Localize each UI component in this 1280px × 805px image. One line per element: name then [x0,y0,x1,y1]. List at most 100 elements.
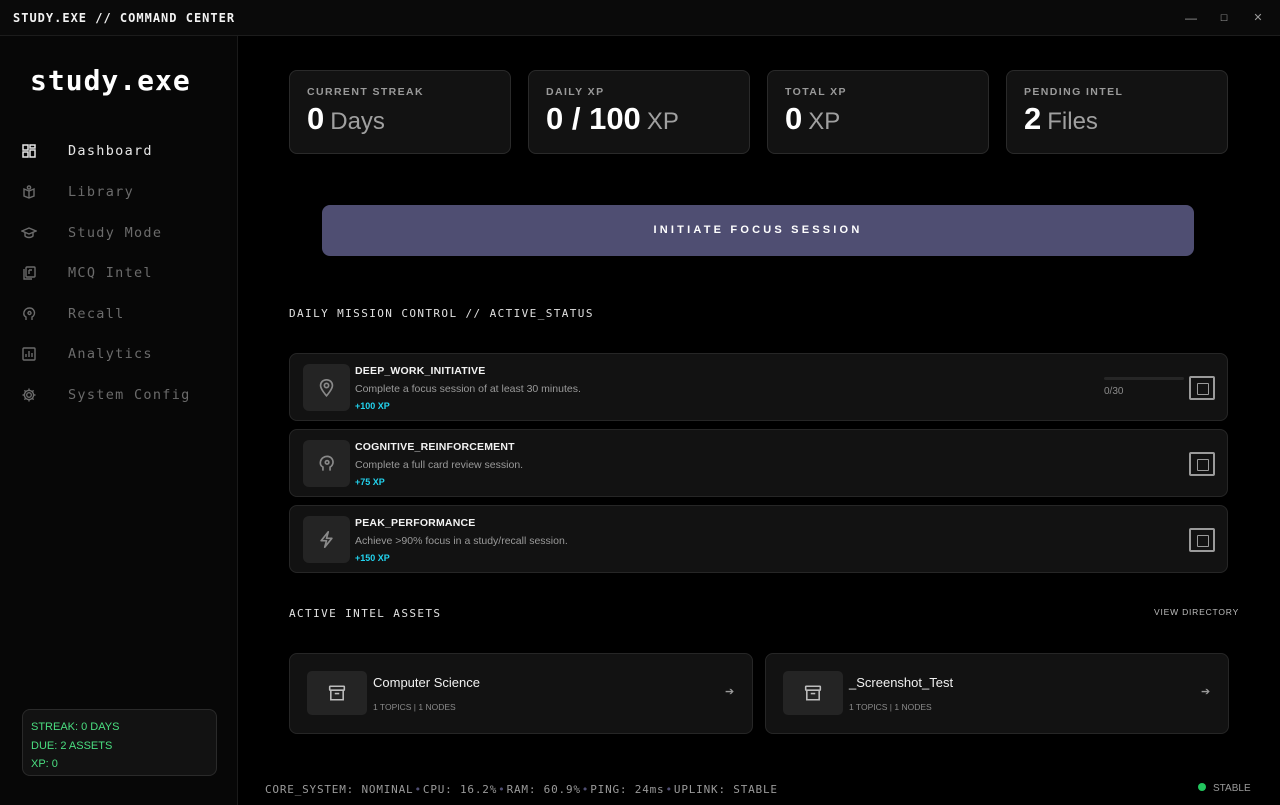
mission-xp: +150 XP [355,553,390,563]
sidebar-item-library[interactable]: Library [0,176,236,210]
stat-unit: Days [330,108,385,135]
sidebar-item-analytics[interactable]: Analytics [0,338,236,372]
stat-value: 0 / 100 XP [546,101,679,137]
sidebar-item-system-config[interactable]: System Config [0,379,236,413]
due-status: DUE: 2 ASSETS [31,739,113,752]
copy-icon [21,265,37,281]
book-icon [21,184,37,200]
lightning-icon [303,516,350,563]
bar-chart-icon [21,346,37,362]
arrow-right-icon: ➔ [1201,686,1211,698]
graduation-cap-icon [21,225,37,241]
mission-card-peak-performance: PEAK_PERFORMANCE Achieve >90% focus in a… [289,505,1228,573]
asset-meta: 1 TOPICS | 1 NODES [849,702,932,712]
brain-icon [21,306,37,322]
mission-title: PEAK_PERFORMANCE [355,517,476,529]
grid-icon [21,143,37,159]
sidebar-item-label: Dashboard [68,143,153,159]
sidebar-item-study-mode[interactable]: Study Mode [0,217,236,251]
streak-status: STREAK: 0 DAYS [31,721,120,733]
sidebar-item-label: Library [68,184,134,200]
sidebar-item-label: Analytics [68,346,153,362]
mission-description: Achieve >90% focus in a study/recall ses… [355,535,568,547]
status-dot-icon [1198,783,1206,791]
stat-card-daily-xp: DAILY XP 0 / 100 XP [528,70,750,154]
asset-meta: 1 TOPICS | 1 NODES [373,702,456,712]
stat-label: PENDING INTEL [1024,86,1124,98]
connection-status-label: STABLE [1213,783,1251,794]
gear-icon [21,387,37,403]
uplink-status: UPLINK: STABLE [673,783,778,796]
mission-checkbox[interactable] [1189,528,1215,552]
mission-checkbox[interactable] [1189,376,1215,400]
map-pin-icon [303,364,350,411]
sidebar-item-recall[interactable]: Recall [0,298,236,332]
stat-value: 2 Files [1024,101,1098,137]
view-directory-link[interactable]: VIEW DIRECTORY [1154,607,1239,617]
stat-number: 0 / 100 [546,101,641,136]
app-logo: study.exe [30,64,191,97]
core-system-status: CORE_SYSTEM: NOMINAL [265,783,414,796]
asset-title: Computer Science [373,675,480,690]
mission-xp: +100 XP [355,401,390,411]
stat-value: 0 XP [785,101,840,137]
mission-description: Complete a focus session of at least 30 … [355,383,581,395]
asset-card-screenshot-test[interactable]: _Screenshot_Test 1 TOPICS | 1 NODES ➔ [765,653,1229,734]
sidebar-item-label: Recall [68,306,125,322]
mission-xp: +75 XP [355,477,385,487]
asset-title: _Screenshot_Test [849,675,954,690]
sidebar-item-label: Study Mode [68,225,163,241]
title-bar: STUDY.EXE // COMMAND CENTER — ☐ ✕ [0,0,1280,36]
stat-number: 0 [307,101,325,136]
asset-card-computer-science[interactable]: Computer Science 1 TOPICS | 1 NODES ➔ [289,653,753,734]
mission-title: COGNITIVE_REINFORCEMENT [355,441,515,453]
ping-status: PING: 24ms [590,783,665,796]
stat-card-pending-intel: PENDING INTEL 2 Files [1006,70,1228,154]
mission-title: DEEP_WORK_INITIATIVE [355,365,486,377]
sidebar-item-dashboard[interactable]: Dashboard [0,135,236,169]
stat-card-streak: CURRENT STREAK 0 Days [289,70,511,154]
stat-unit: XP [808,108,841,135]
missions-section-title: DAILY MISSION CONTROL // ACTIVE_STATUS [289,307,594,320]
system-status-bar: CORE_SYSTEM: NOMINAL•CPU: 16.2%•RAM: 60.… [265,783,778,796]
sidebar-item-label: System Config [68,387,191,403]
mission-card-deep-work: DEEP_WORK_INITIATIVE Complete a focus se… [289,353,1228,421]
xp-status: XP: 0 [31,758,58,770]
minimize-button[interactable]: — [1180,9,1202,27]
connection-status: STABLE [1198,783,1251,794]
window-title: STUDY.EXE // COMMAND CENTER [13,11,236,25]
mission-card-cognitive: COGNITIVE_REINFORCEMENT Complete a full … [289,429,1228,497]
mission-progress-bar [1104,377,1184,380]
assets-section-title: ACTIVE INTEL ASSETS [289,607,442,620]
stat-unit: XP [646,108,679,135]
brain-icon [303,440,350,487]
stat-unit: Files [1047,108,1098,135]
stat-label: CURRENT STREAK [307,86,425,98]
mission-description: Complete a full card review session. [355,459,524,471]
separator: • [498,783,506,796]
initiate-focus-session-button[interactable]: INITIATE FOCUS SESSION [322,205,1194,256]
stat-number: 0 [785,101,803,136]
stat-number: 2 [1024,101,1042,136]
archive-icon [783,671,843,715]
status-panel: STREAK: 0 DAYS DUE: 2 ASSETS XP: 0 [22,709,217,776]
stat-label: DAILY XP [546,86,605,98]
mission-checkbox[interactable] [1189,452,1215,476]
archive-icon [307,671,367,715]
main-content: CURRENT STREAK 0 Days DAILY XP 0 / 100 XP … [239,36,1280,805]
sidebar-item-label: MCQ Intel [68,265,153,281]
sidebar: study.exe Dashboard Library Study Mode M… [0,36,238,805]
stat-value: 0 Days [307,101,385,137]
ram-status: RAM: 60.9% [506,783,581,796]
separator: • [414,783,422,796]
separator: • [665,783,673,796]
mission-progress-text: 0/30 [1104,386,1124,397]
cpu-status: CPU: 16.2% [422,783,498,796]
arrow-right-icon: ➔ [725,686,735,698]
close-button[interactable]: ✕ [1247,9,1269,27]
separator: • [581,783,590,796]
sidebar-item-mcq-intel[interactable]: MCQ Intel [0,257,236,291]
stat-label: TOTAL XP [785,86,847,98]
stat-card-total-xp: TOTAL XP 0 XP [767,70,989,154]
maximize-button[interactable]: ☐ [1213,9,1235,27]
